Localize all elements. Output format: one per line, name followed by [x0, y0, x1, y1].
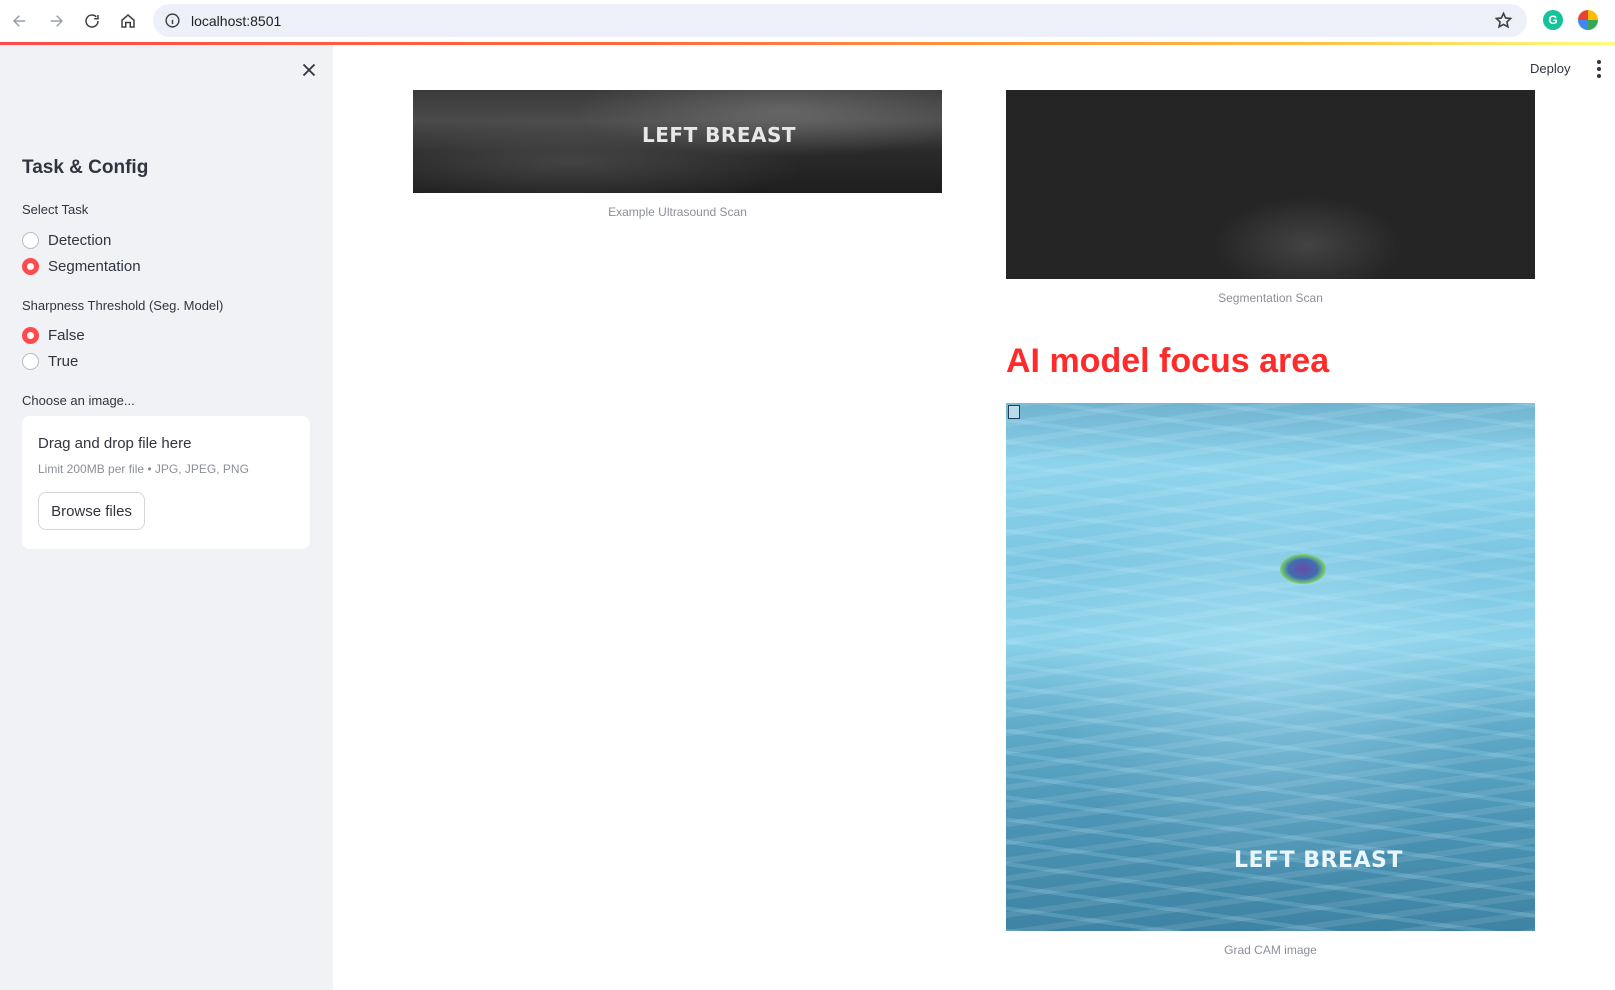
radio-label: True: [48, 352, 79, 370]
deploy-button[interactable]: Deploy: [1530, 61, 1570, 76]
main-menu-icon[interactable]: [1591, 58, 1607, 80]
radio-unchecked-icon[interactable]: [22, 352, 39, 370]
forward-icon[interactable]: [42, 7, 70, 35]
task-label: Select Task: [22, 202, 89, 217]
file-dropzone[interactable]: Drag and drop file here Limit 200MB per …: [22, 416, 310, 549]
back-icon[interactable]: [6, 7, 34, 35]
site-info-icon[interactable]: [164, 12, 181, 29]
sharpness-label: Sharpness Threshold (Seg. Model): [22, 298, 224, 313]
reload-icon[interactable]: [78, 7, 106, 35]
browser-toolbar: localhost:8501 G: [0, 0, 1615, 42]
radio-label: Detection: [48, 231, 112, 249]
example-ultrasound-image: LEFT BREAST: [413, 90, 942, 193]
attention-hotspot: [1280, 554, 1326, 584]
radio-false[interactable]: False: [22, 325, 85, 345]
sidebar: Task & Config Select Task Detection Segm…: [0, 45, 333, 990]
radio-checked-icon[interactable]: [22, 326, 39, 344]
image-overlay-text: LEFT BREAST: [642, 123, 797, 147]
segmentation-caption: Segmentation Scan: [1218, 291, 1323, 305]
corner-marker: [1008, 405, 1020, 419]
radio-detection[interactable]: Detection: [22, 230, 111, 250]
radio-label: Segmentation: [48, 257, 141, 275]
gradcam-caption: Grad CAM image: [1224, 943, 1317, 957]
extension-icon[interactable]: [1578, 10, 1598, 30]
focus-area-heading: AI model focus area: [1006, 342, 1330, 380]
radio-checked-icon[interactable]: [22, 257, 39, 275]
radio-segmentation[interactable]: Segmentation: [22, 256, 141, 276]
home-icon[interactable]: [114, 7, 142, 35]
sidebar-heading: Task & Config: [22, 157, 149, 178]
browse-files-button[interactable]: Browse files: [38, 492, 145, 530]
segmentation-image: [1006, 90, 1535, 279]
close-sidebar-icon[interactable]: [298, 59, 320, 81]
url-text[interactable]: localhost:8501: [191, 13, 281, 29]
image-overlay-text: LEFT BREAST: [1234, 848, 1403, 873]
dropzone-title: Drag and drop file here: [38, 435, 192, 452]
radio-unchecked-icon[interactable]: [22, 231, 39, 249]
uploader-label: Choose an image...: [22, 393, 135, 408]
example-caption: Example Ultrasound Scan: [608, 205, 747, 219]
dropzone-limit-text: Limit 200MB per file • JPG, JPEG, PNG: [38, 462, 249, 476]
grammarly-extension-icon[interactable]: G: [1543, 10, 1563, 30]
radio-true[interactable]: True: [22, 351, 78, 371]
bookmark-star-icon[interactable]: [1494, 11, 1513, 30]
gradcam-image: LEFT BREAST: [1006, 403, 1535, 931]
address-bar[interactable]: localhost:8501: [153, 4, 1527, 37]
radio-label: False: [48, 326, 85, 344]
